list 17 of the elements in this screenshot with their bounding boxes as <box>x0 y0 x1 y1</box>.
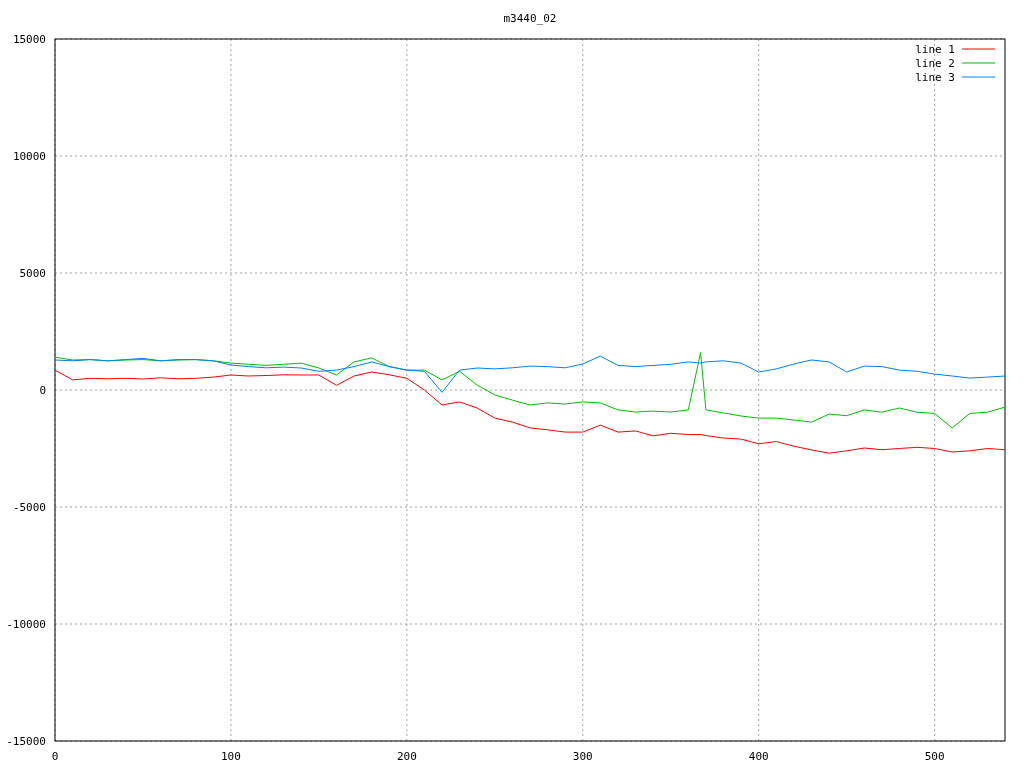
y-tick-label: -15000 <box>6 735 46 748</box>
x-tick-label: 0 <box>51 750 59 763</box>
y-tick-label: -5000 <box>12 501 46 514</box>
x-tick-label: 200 <box>396 750 417 763</box>
legend-label: line 2 <box>915 57 955 70</box>
legend-label: line 3 <box>915 71 955 84</box>
y-tick-label: 15000 <box>12 33 46 46</box>
x-tick-label: 100 <box>221 750 241 763</box>
chart-title: m3440_02 <box>503 12 557 25</box>
x-tick-label: 500 <box>924 750 945 763</box>
y-tick-label: 0 <box>39 384 46 397</box>
y-tick-label: -10000 <box>6 618 46 631</box>
legend-label: line 1 <box>915 43 955 56</box>
x-tick-label: 300 <box>572 750 593 763</box>
y-tick-label: 5000 <box>19 267 46 280</box>
x-tick-label: 400 <box>748 750 769 763</box>
y-tick-label: 10000 <box>12 150 46 163</box>
